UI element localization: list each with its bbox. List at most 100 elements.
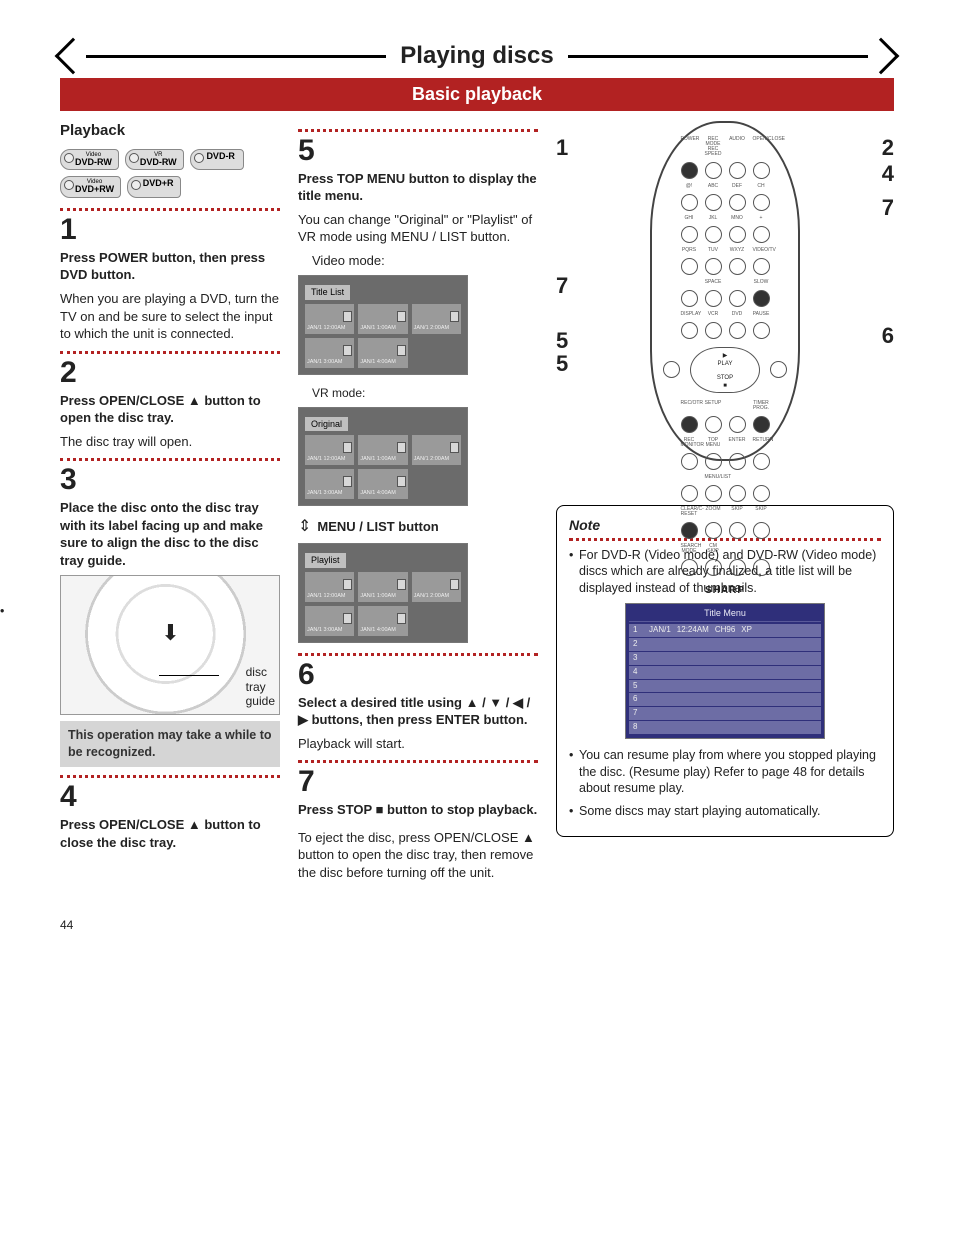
thumbnail-cell: JAN/1 2:00AM xyxy=(412,304,461,334)
step-bold: Press STOP ■ button to stop playback. xyxy=(298,802,537,817)
step-number: 3 xyxy=(60,465,280,495)
video-mode-label: Video mode: xyxy=(298,252,538,270)
thumbnail-cell xyxy=(412,338,461,368)
remote-button xyxy=(705,416,722,433)
title-list-vr-playlist: Playlist JAN/1 12:00AMJAN/1 1:00AMJAN/1 … xyxy=(298,543,468,642)
disc-badge: VideoDVD+RW xyxy=(60,176,121,197)
remote-button xyxy=(729,522,746,539)
step-bold: Press OPEN/CLOSE ▲ button to close the d… xyxy=(60,817,261,850)
remote-body: POWERREC MODEREC SPEEDAUDIOOPEN/CLOSE@!A… xyxy=(650,121,800,461)
up-down-arrow-icon: ⇕ xyxy=(298,516,311,538)
menu-list-label: MENU / LIST button xyxy=(317,518,438,536)
step-number: 2 xyxy=(60,358,280,388)
remote-button xyxy=(705,162,722,179)
remote-button xyxy=(729,258,746,275)
remote-button xyxy=(753,322,770,339)
remote-button xyxy=(753,258,770,275)
note-item: For DVD-R (Video mode) and DVD-RW (Video… xyxy=(569,547,881,598)
thumbnail-cell: JAN/1 2:00AM xyxy=(412,435,461,465)
remote-button xyxy=(753,416,770,433)
separator xyxy=(60,775,280,778)
step-number: 1 xyxy=(60,215,280,245)
step-4: 4 Press OPEN/CLOSE ▲ button to close the… xyxy=(60,782,280,851)
tray-label: disctrayguide xyxy=(246,665,275,708)
note-item: You can resume play from where you stopp… xyxy=(569,747,881,798)
page-title: Playing discs xyxy=(386,40,567,72)
remote-button xyxy=(681,194,698,211)
step-number: 4 xyxy=(60,782,280,812)
step-bold: Press TOP MENU button to display the tit… xyxy=(298,171,537,204)
separator xyxy=(60,351,280,354)
thumbnail-cell: JAN/1 3:00AM xyxy=(305,469,354,499)
remote-button xyxy=(729,162,746,179)
note-box: Note For DVD-R (Video mode) and DVD-RW (… xyxy=(556,505,894,838)
separator xyxy=(298,760,538,763)
mini-tab: Playlist xyxy=(305,553,346,567)
thumbnail-cell: JAN/1 12:00AM xyxy=(305,572,354,602)
step-bold: Press OPEN/CLOSE ▲ button to open the di… xyxy=(60,393,261,426)
remote-nav-pad: ▶PLAYSTOP■ xyxy=(690,347,760,393)
page-title-bar: Playing discs xyxy=(60,40,894,72)
step-number: 6 xyxy=(298,660,538,690)
separator xyxy=(298,129,538,132)
page-number: 44 xyxy=(60,917,894,933)
disc-tray-illustration: ⬇ disctrayguide xyxy=(60,575,280,715)
remote-button xyxy=(753,290,770,307)
step-1: 1 Press POWER button, then press DVD but… xyxy=(60,215,280,343)
angle-left-icon xyxy=(55,38,92,75)
mini-tab: Original xyxy=(305,417,348,431)
remote-diagram: 1 7 5 5 2 4 7 6 POWERREC MODEREC SPEEDAU… xyxy=(556,121,894,481)
step-2: 2 Press OPEN/CLOSE ▲ button to open the … xyxy=(60,358,280,451)
title-rule-right xyxy=(568,55,868,58)
step-body: To eject the disc, press OPEN/CLOSE ▲ bu… xyxy=(298,829,538,882)
step-bold: Place the disc onto the disc tray with i… xyxy=(60,500,263,568)
title-rule-left xyxy=(86,55,386,58)
thumbnail-cell: JAN/1 12:00AM xyxy=(305,304,354,334)
note-item: Some discs may start playing automatical… xyxy=(569,803,881,820)
remote-button xyxy=(681,322,698,339)
remote-forward xyxy=(770,361,787,378)
callout-7: 7 xyxy=(556,271,568,301)
remote-button xyxy=(753,162,770,179)
step-number: 7 xyxy=(298,767,538,797)
disc-badge: VideoDVD-RW xyxy=(60,149,119,170)
thumbnail-cell: JAN/1 4:00AM xyxy=(358,338,407,368)
separator xyxy=(60,208,280,211)
angle-right-icon xyxy=(863,38,900,75)
remote-button xyxy=(729,226,746,243)
step-body: When you are playing a DVD, turn the TV … xyxy=(60,290,280,343)
note-titlemenu-wrap: Title Menu1JAN/112:24AMCH96XP2345678 xyxy=(569,603,881,739)
callout-4: 4 xyxy=(882,159,894,189)
remote-button xyxy=(729,290,746,307)
remote-button xyxy=(729,416,746,433)
step-body: You can change "Original" or "Playlist" … xyxy=(298,211,538,246)
thumbnail-cell: JAN/1 12:00AM xyxy=(305,435,354,465)
remote-button xyxy=(705,322,722,339)
remote-button xyxy=(705,194,722,211)
remote-button xyxy=(705,290,722,307)
callout-1: 1 xyxy=(556,133,568,163)
remote-button xyxy=(705,485,722,502)
remote-button xyxy=(681,226,698,243)
remote-rewind xyxy=(663,361,680,378)
title-menu-preview: Title Menu1JAN/112:24AMCH96XP2345678 xyxy=(625,603,825,739)
thumbnail-cell xyxy=(412,469,461,499)
grey-note: This operation may take a while to be re… xyxy=(60,721,280,767)
remote-button xyxy=(681,485,698,502)
step-6: 6 Select a desired title using ▲ / ▼ / ◀… xyxy=(298,660,538,753)
thumbnail-cell: JAN/1 3:00AM xyxy=(305,606,354,636)
vr-mode-label: VR mode: xyxy=(298,385,538,401)
remote-button xyxy=(705,226,722,243)
callout-7b: 7 xyxy=(882,193,894,223)
disc-badge: VRDVD-RW xyxy=(125,149,184,170)
thumbnail-cell: JAN/1 1:00AM xyxy=(358,304,407,334)
step-body: The disc tray will open. xyxy=(60,433,280,451)
remote-button xyxy=(681,416,698,433)
remote-button xyxy=(681,290,698,307)
separator xyxy=(60,458,280,461)
thumbnail-cell: JAN/1 1:00AM xyxy=(358,435,407,465)
down-arrow-icon: ⬇ xyxy=(161,618,179,648)
disc-badge: DVD+R xyxy=(127,176,181,197)
step-bold: Press POWER button, then press DVD butto… xyxy=(60,250,265,283)
step-5: 5 Press TOP MENU button to display the t… xyxy=(298,136,538,643)
